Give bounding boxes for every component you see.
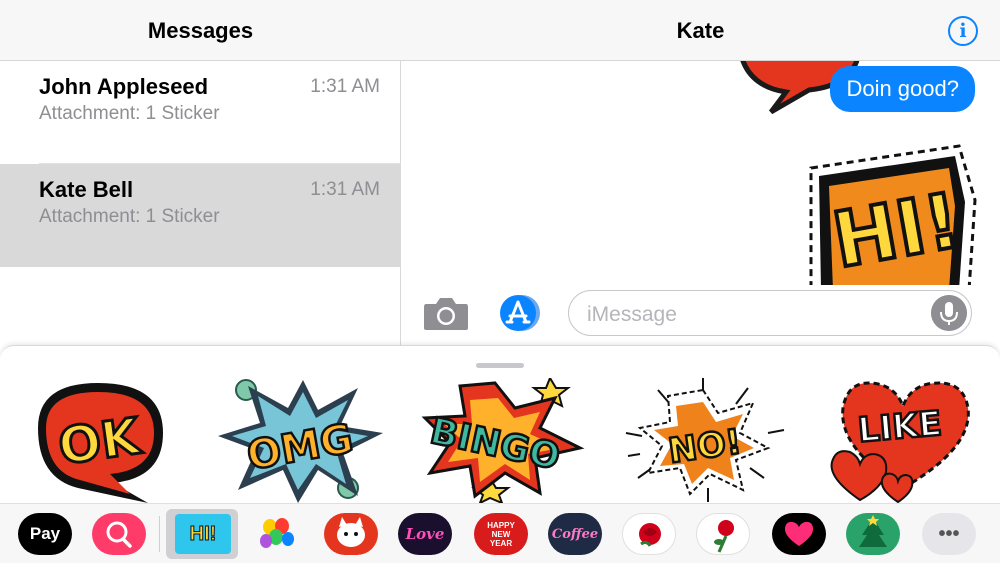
imessage-app-strip: Pay HI! Love HAPPY NEW YEAR Coffee ••• [0, 503, 1000, 563]
cat-stickers-icon[interactable] [324, 513, 378, 555]
app-strip-separator [159, 516, 160, 552]
info-icon[interactable]: i [948, 16, 978, 46]
rose-icon[interactable] [622, 513, 676, 555]
conversation-list-header: Messages [0, 0, 401, 61]
sticker-omg[interactable]: OMG [218, 378, 388, 503]
christmas-tree-icon[interactable] [846, 513, 900, 555]
balloons-icon[interactable] [250, 513, 304, 555]
hi-stickers-label: HI! [189, 522, 217, 545]
sticker-ok[interactable]: OK [18, 378, 188, 503]
apple-pay-icon[interactable]: Pay [18, 513, 72, 555]
conversation-name: John Appleseed [39, 74, 209, 99]
sticker-like[interactable]: LIKE [818, 378, 988, 503]
christmas-tree-glyph [859, 515, 887, 547]
conversation-name: Kate Bell [39, 177, 134, 202]
heart-icon[interactable] [772, 513, 826, 555]
sticker-text: OK [55, 407, 146, 476]
conversation-list-pane: Messages John Appleseed 1:31 AM Attachme… [0, 0, 401, 345]
happy-new-year-icon[interactable]: HAPPY NEW YEAR [474, 513, 528, 555]
heart-glyph [784, 521, 814, 546]
balloons-glyph [260, 518, 294, 548]
message-input-bar: iMessage [401, 285, 1000, 345]
rose-glyph [639, 523, 661, 547]
image-search-icon[interactable] [92, 513, 146, 555]
message-input-placeholder: iMessage [587, 303, 677, 326]
sticker-no[interactable]: NO! [618, 378, 788, 503]
sticker-bingo[interactable]: BINGO [420, 378, 590, 503]
conversation-preview: Attachment: 1 Sticker [39, 103, 220, 124]
conversation-title: Kate [676, 18, 725, 43]
conversation-time: 1:31 AM [310, 179, 380, 200]
coffee-stickers-icon[interactable]: Coffee [548, 513, 602, 555]
messages-window: Messages John Appleseed 1:31 AM Attachme… [0, 0, 1000, 563]
camera-icon[interactable] [423, 295, 469, 331]
cat-glyph [337, 517, 365, 547]
conversation-list-title: Messages [147, 18, 254, 43]
conversation-row-john-appleseed[interactable]: John Appleseed 1:31 AM Attachment: 1 Sti… [0, 61, 401, 164]
hi-sticker-message[interactable]: HI! [799, 140, 979, 290]
conversation-row-kate-bell[interactable]: Kate Bell 1:31 AM Attachment: 1 Sticker [0, 164, 401, 267]
sticker-drawer: OK OMG BINGO NO! LIKE Pay HI! Love HAPPY… [0, 345, 1000, 563]
drawer-grabber[interactable] [476, 363, 524, 368]
sticker-text: LIKE [856, 404, 943, 451]
conversation-pane: Kate i Doin good? HI! iMessage [401, 0, 1000, 345]
love-label: Love [405, 525, 445, 543]
hi-stickers-app-icon[interactable]: HI! [175, 514, 231, 554]
rose-stem-glyph [714, 520, 734, 553]
coffee-label: Coffee [551, 526, 599, 542]
conversation-preview: Attachment: 1 Sticker [39, 206, 220, 227]
microphone-icon[interactable] [931, 295, 967, 331]
love-stickers-icon[interactable]: Love [398, 513, 452, 555]
sticker-gallery: OK OMG BINGO NO! LIKE [0, 378, 1000, 503]
happy-new-year-label: HAPPY NEW YEAR [487, 520, 515, 548]
conversation-header: Kate i [401, 0, 1000, 61]
message-input[interactable]: iMessage [568, 290, 972, 336]
app-store-icon[interactable] [496, 294, 544, 332]
more-label: ••• [938, 522, 960, 545]
more-apps-icon[interactable]: ••• [922, 513, 976, 555]
conversation-time: 1:31 AM [310, 76, 380, 97]
globe-search-glyph [106, 521, 132, 548]
apple-pay-label: Pay [29, 524, 61, 543]
rose-2-icon[interactable] [696, 513, 750, 555]
outgoing-message-bubble[interactable]: Doin good? [830, 66, 975, 112]
